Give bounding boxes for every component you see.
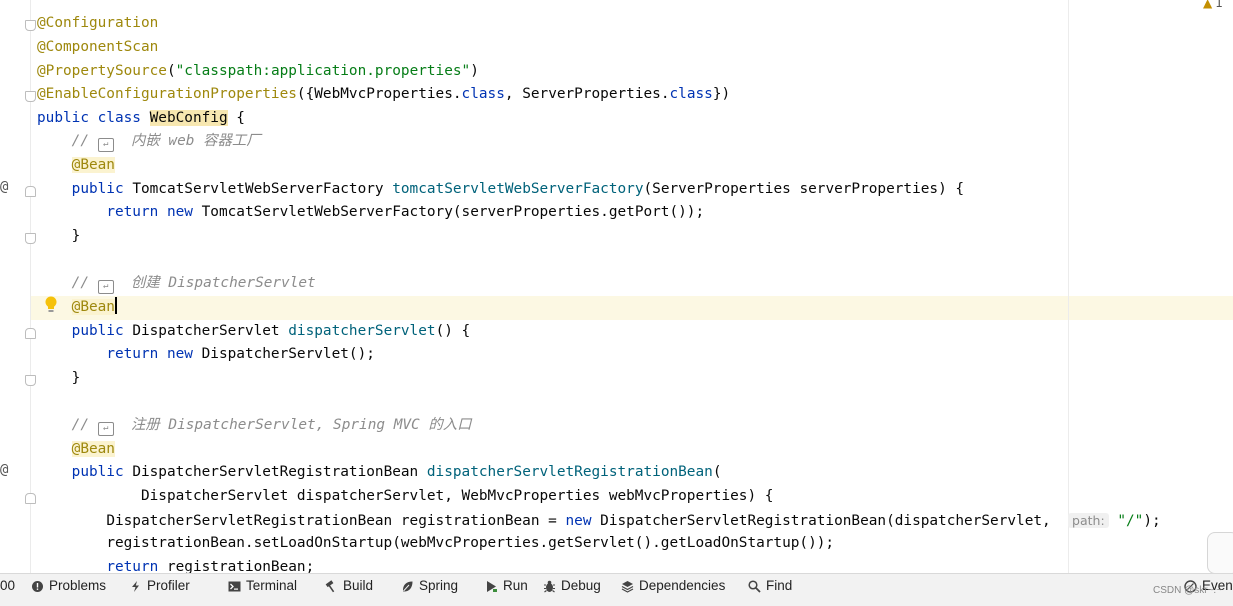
bean-gutter-icon[interactable]: @	[0, 462, 14, 478]
tool-window-partial[interactable]: 00	[0, 574, 15, 598]
parameter-hint: path:	[1068, 513, 1109, 528]
doc-comment-icon: ↵	[97, 138, 114, 152]
code-line: @Configuration	[37, 15, 159, 31]
code-line: // ↵ 注册 DispatcherServlet, Spring MVC 的入…	[37, 414, 472, 437]
code-line: // ↵ 内嵌 web 容器工厂	[37, 130, 261, 153]
find-tool-button[interactable]: Find	[748, 574, 792, 598]
fold-marker[interactable]	[25, 91, 36, 102]
terminal-tool-button[interactable]: Terminal	[228, 574, 297, 598]
code-line-current: @Bean	[71, 297, 117, 315]
hammer-icon	[325, 579, 335, 592]
layers-icon	[621, 580, 634, 593]
code-line: public DispatcherServlet dispatcherServl…	[71, 323, 471, 339]
profiler-tool-button[interactable]: Profiler	[129, 574, 190, 598]
code-line: public class WebConfig {	[37, 110, 245, 126]
code-line: registrationBean.setLoadOnStartup(webMvc…	[106, 535, 835, 551]
doc-comment-icon: ↵	[97, 280, 114, 294]
code-line: @ComponentScan	[37, 39, 159, 55]
code-line: public TomcatServletWebServerFactory tom…	[71, 181, 965, 197]
code-line: return new TomcatServletWebServerFactory…	[106, 204, 705, 220]
code-line: // ↵ 创建 DispatcherServlet	[37, 272, 316, 295]
code-line: DispatcherServletRegistrationBean regist…	[106, 513, 1161, 529]
text-caret	[114, 297, 117, 314]
spring-tool-button[interactable]: Spring	[401, 574, 458, 598]
fold-marker[interactable]	[25, 493, 36, 504]
code-line: @PropertySource("classpath:application.p…	[37, 63, 479, 79]
problems-tool-button[interactable]: Problems	[31, 574, 106, 598]
code-line: return registrationBean;	[106, 559, 315, 573]
code-line: return new DispatcherServlet();	[106, 346, 375, 362]
code-line: DispatcherServlet dispatcherServlet, Web…	[140, 488, 774, 504]
bug-icon	[544, 580, 555, 592]
spring-leaf-icon	[402, 581, 413, 592]
right-margin-guide	[1068, 0, 1069, 573]
profiler-icon	[132, 580, 139, 592]
gutter-divider	[30, 0, 31, 573]
fold-marker[interactable]	[25, 186, 36, 197]
code-line: }	[71, 228, 81, 244]
current-line-highlight	[31, 296, 1233, 320]
dependencies-tool-button[interactable]: Dependencies	[621, 574, 725, 598]
code-line: }	[71, 370, 81, 386]
fold-marker[interactable]	[25, 233, 36, 244]
build-tool-button[interactable]: Build	[325, 574, 373, 598]
floating-scroll-button[interactable]	[1207, 532, 1233, 573]
code-line: @Bean	[71, 441, 115, 457]
run-icon	[487, 580, 497, 592]
code-line: public DispatcherServletRegistrationBean…	[71, 464, 722, 480]
doc-comment-icon: ↵	[97, 422, 114, 436]
fold-marker[interactable]	[25, 328, 36, 339]
fold-marker[interactable]	[25, 20, 36, 31]
code-editor[interactable]: @ @ ▲ 1 @Configuration @ComponentScan @Pr…	[0, 0, 1233, 573]
code-line: @EnableConfigurationProperties({WebMvcPr…	[37, 86, 731, 102]
warnings-indicator[interactable]: ▲ 1	[1203, 0, 1223, 10]
fold-marker[interactable]	[25, 375, 36, 386]
watermark-text: CSDN @skr~.~	[1153, 585, 1223, 596]
search-icon	[748, 579, 761, 593]
run-tool-button[interactable]: Run	[485, 574, 528, 598]
problems-icon	[32, 580, 43, 592]
status-bar	[0, 597, 1233, 606]
warning-icon: ▲	[1203, 0, 1213, 10]
code-line: @Bean	[71, 157, 115, 173]
tool-window-bar: 00 Problems Profiler Terminal Build Spri…	[0, 573, 1233, 598]
bean-gutter-icon[interactable]: @	[0, 179, 14, 195]
debug-tool-button[interactable]: Debug	[543, 574, 601, 598]
terminal-icon	[228, 581, 241, 591]
